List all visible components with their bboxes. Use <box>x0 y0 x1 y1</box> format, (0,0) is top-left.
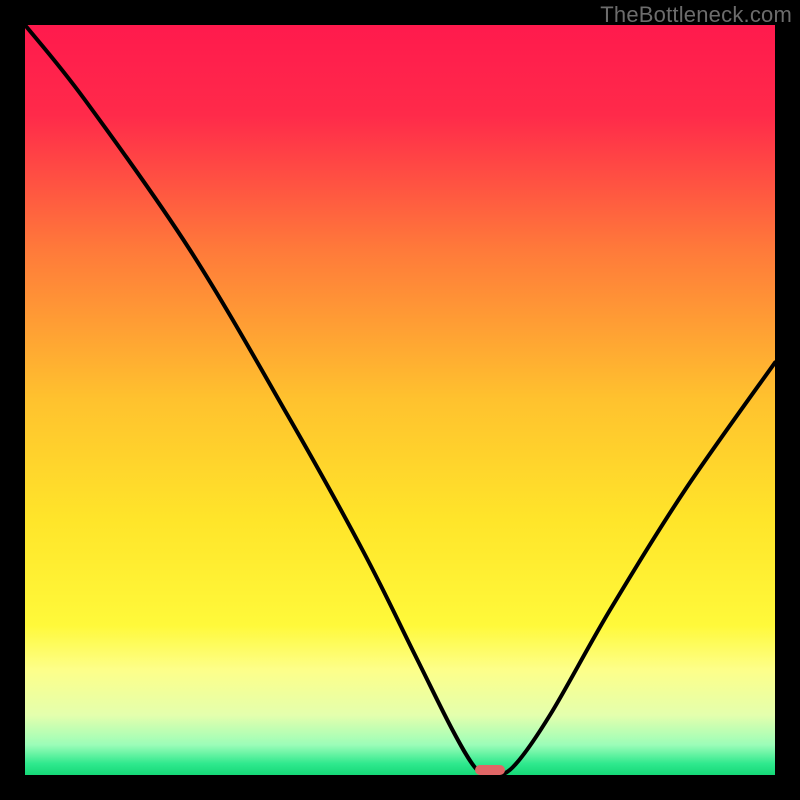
plot-area <box>25 25 775 775</box>
chart-frame: TheBottleneck.com <box>0 0 800 800</box>
optimum-marker <box>475 765 505 775</box>
bottleneck-curve-svg <box>25 25 775 775</box>
bottleneck-curve-path <box>25 25 775 775</box>
